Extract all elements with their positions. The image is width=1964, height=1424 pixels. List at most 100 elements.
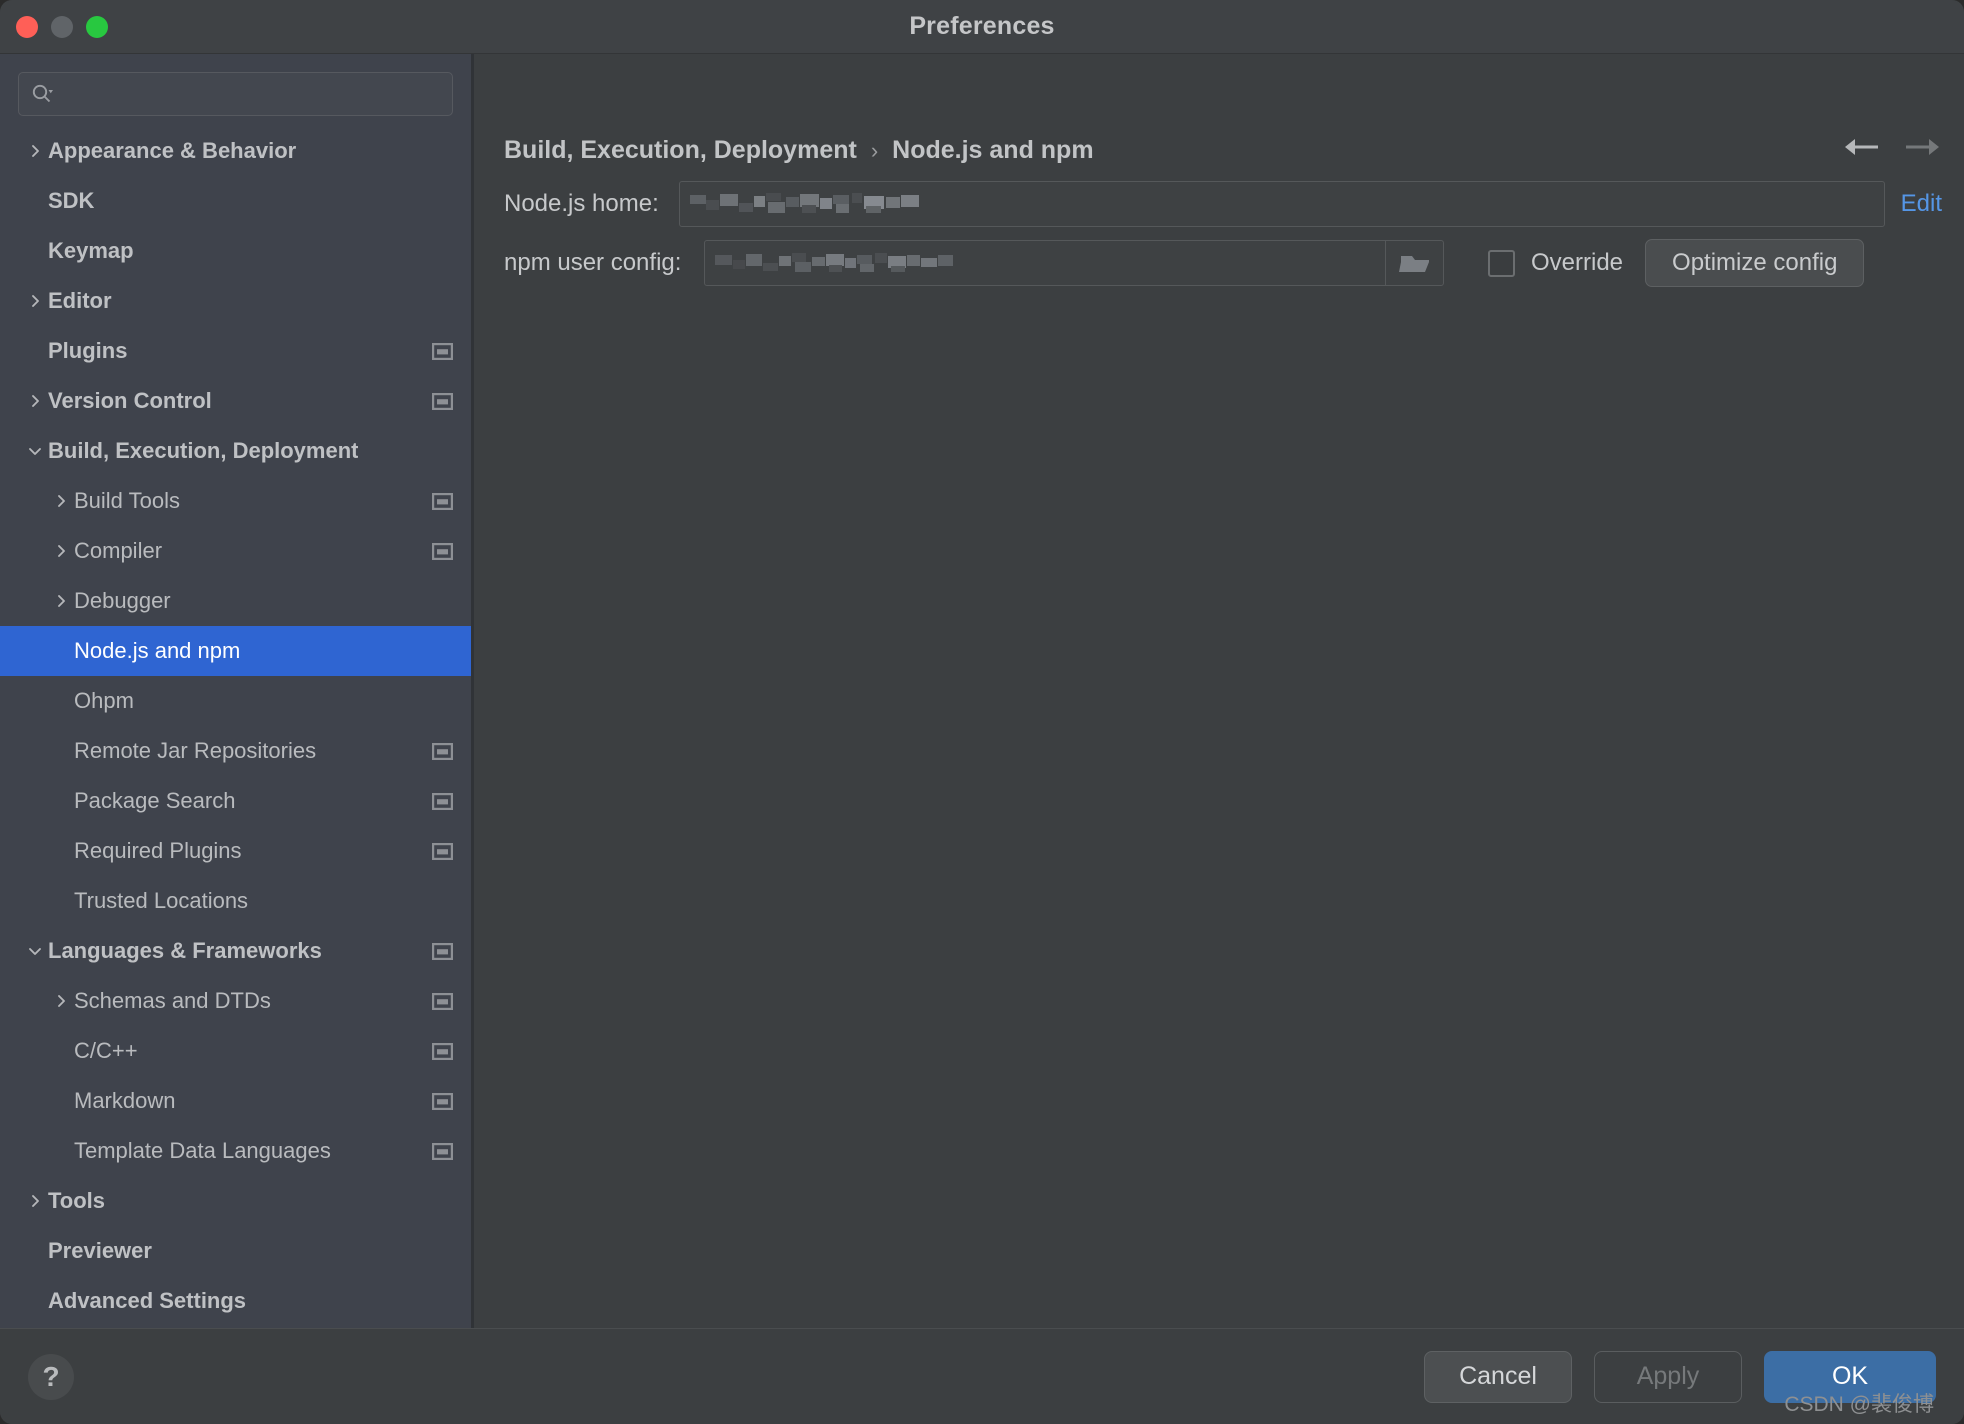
sidebar-item-label: Remote Jar Repositories (74, 738, 316, 764)
sidebar-item-label: Build, Execution, Deployment (48, 438, 358, 464)
sidebar-item-markdown[interactable]: Markdown (0, 1076, 471, 1126)
sidebar-item-build-execution-deployment[interactable]: Build, Execution, Deployment (0, 426, 471, 476)
arrow-right-icon[interactable] (1904, 132, 1942, 162)
sidebar-item-compiler[interactable]: Compiler (0, 526, 471, 576)
sidebar-item-schemas-and-dtds[interactable]: Schemas and DTDs (0, 976, 471, 1026)
sidebar-item-label: Advanced Settings (48, 1288, 246, 1314)
sidebar-item-label: Debugger (74, 588, 171, 614)
screen-badge-icon (432, 1143, 453, 1160)
search-box[interactable] (18, 72, 453, 116)
chevron-right-icon[interactable] (48, 993, 74, 1009)
screen-badge-icon (432, 393, 453, 410)
chevron-right-icon[interactable] (48, 543, 74, 559)
screen-badge-icon (432, 343, 453, 360)
chevron-right-icon[interactable] (48, 593, 74, 609)
chevron-right-icon[interactable] (48, 493, 74, 509)
sidebar-item-label: Ohpm (74, 688, 134, 714)
sidebar-item-keymap[interactable]: Keymap (0, 226, 471, 276)
sidebar-item-build-tools[interactable]: Build Tools (0, 476, 471, 526)
screen-badge-icon (432, 1043, 453, 1060)
override-label: Override (1531, 249, 1623, 277)
sidebar-item-trusted-locations[interactable]: Trusted Locations (0, 876, 471, 926)
node-home-label: Node.js home: (504, 190, 679, 218)
chevron-down-icon[interactable] (22, 943, 48, 959)
sidebar-item-package-search[interactable]: Package Search (0, 776, 471, 826)
folder-icon[interactable] (1385, 241, 1443, 285)
sidebar-item-label: Build Tools (74, 488, 180, 514)
override-checkbox[interactable] (1488, 250, 1515, 277)
settings-sidebar: Appearance & Behavior SDKKeymap Editor Plug… (0, 54, 474, 1328)
apply-button[interactable]: Apply (1594, 1351, 1742, 1403)
sidebar-item-sdk[interactable]: SDK (0, 176, 471, 226)
sidebar-item-label: Node.js and npm (74, 638, 240, 664)
node-home-input[interactable] (679, 181, 1885, 227)
sidebar-item-template-data-languages[interactable]: Template Data Languages (0, 1126, 471, 1176)
sidebar-item-plugins[interactable]: Plugins (0, 326, 471, 376)
screen-badge-icon (432, 793, 453, 810)
sidebar-item-label: Editor (48, 288, 112, 314)
chevron-down-icon[interactable] (22, 443, 48, 459)
cancel-button[interactable]: Cancel (1424, 1351, 1572, 1403)
settings-tree: Appearance & Behavior SDKKeymap Editor Plug… (0, 126, 471, 1318)
search-container (0, 54, 471, 126)
sidebar-item-languages-frameworks[interactable]: Languages & Frameworks (0, 926, 471, 976)
npm-config-input[interactable] (704, 240, 1444, 286)
sidebar-item-advanced-settings[interactable]: Advanced Settings (0, 1276, 471, 1318)
sidebar-item-required-plugins[interactable]: Required Plugins (0, 826, 471, 876)
screen-badge-icon (432, 743, 453, 760)
chevron-right-icon[interactable] (22, 1193, 48, 1209)
screen-badge-icon (432, 943, 453, 960)
sidebar-item-remote-jar-repositories[interactable]: Remote Jar Repositories (0, 726, 471, 776)
npm-config-row: npm user config: (504, 239, 1942, 287)
sidebar-item-label: Compiler (74, 538, 162, 564)
sidebar-item-label: C/C++ (74, 1038, 138, 1064)
sidebar-item-editor[interactable]: Editor (0, 276, 471, 326)
sidebar-item-label: Schemas and DTDs (74, 988, 271, 1014)
sidebar-item-ohpm[interactable]: Ohpm (0, 676, 471, 726)
breadcrumb-current: Node.js and npm (892, 136, 1093, 165)
window-title: Preferences (0, 12, 1964, 41)
edit-link[interactable]: Edit (1901, 190, 1942, 218)
chevron-right-icon[interactable] (22, 393, 48, 409)
arrow-left-icon[interactable] (1842, 132, 1880, 162)
sidebar-item-tools[interactable]: Tools (0, 1176, 471, 1226)
close-button[interactable] (16, 16, 38, 38)
sidebar-item-c-c[interactable]: C/C++ (0, 1026, 471, 1076)
override-checkbox-group[interactable]: Override (1488, 249, 1623, 277)
window-controls (16, 0, 108, 53)
chevron-right-icon[interactable] (22, 143, 48, 159)
preferences-dialog: Preferences Appearance & BehaviorSDKK (0, 0, 1964, 1424)
sidebar-item-label: Version Control (48, 388, 212, 414)
breadcrumb-separator-icon: › (871, 138, 878, 164)
sidebar-item-appearance-behavior[interactable]: Appearance & Behavior (0, 126, 471, 176)
sidebar-item-label: Markdown (74, 1088, 175, 1114)
minimize-button[interactable] (51, 16, 73, 38)
sidebar-item-version-control[interactable]: Version Control (0, 376, 471, 426)
sidebar-item-label: Plugins (48, 338, 127, 364)
help-button[interactable]: ? (28, 1354, 74, 1400)
dialog-footer: ? Cancel Apply OK CSDN @裴俊博 (0, 1328, 1964, 1424)
node-home-row: Node.js home: (504, 180, 1942, 228)
screen-badge-icon (432, 543, 453, 560)
npm-config-label: npm user config: (504, 249, 704, 277)
breadcrumb-parent[interactable]: Build, Execution, Deployment (504, 136, 857, 165)
navigation-arrows (1842, 132, 1942, 162)
settings-main-panel: Build, Execution, Deployment › Node.js a… (474, 54, 1964, 1328)
breadcrumb: Build, Execution, Deployment › Node.js a… (504, 136, 1094, 165)
sidebar-item-label: Languages & Frameworks (48, 938, 322, 964)
maximize-button[interactable] (86, 16, 108, 38)
sidebar-item-previewer[interactable]: Previewer (0, 1226, 471, 1276)
search-input[interactable] (59, 83, 440, 105)
sidebar-item-node-js-and-npm[interactable]: Node.js and npm (0, 626, 471, 676)
sidebar-item-label: Appearance & Behavior (48, 138, 296, 164)
sidebar-item-label: Previewer (48, 1238, 152, 1264)
dialog-body: Appearance & Behavior SDKKeymap Editor Plug… (0, 54, 1964, 1328)
screen-badge-icon (432, 993, 453, 1010)
sidebar-item-label: Package Search (74, 788, 235, 814)
sidebar-item-label: Template Data Languages (74, 1138, 331, 1164)
optimize-config-button[interactable]: Optimize config (1645, 239, 1864, 287)
sidebar-item-debugger[interactable]: Debugger (0, 576, 471, 626)
sidebar-item-label: Trusted Locations (74, 888, 248, 914)
sidebar-item-label: Tools (48, 1188, 105, 1214)
chevron-right-icon[interactable] (22, 293, 48, 309)
